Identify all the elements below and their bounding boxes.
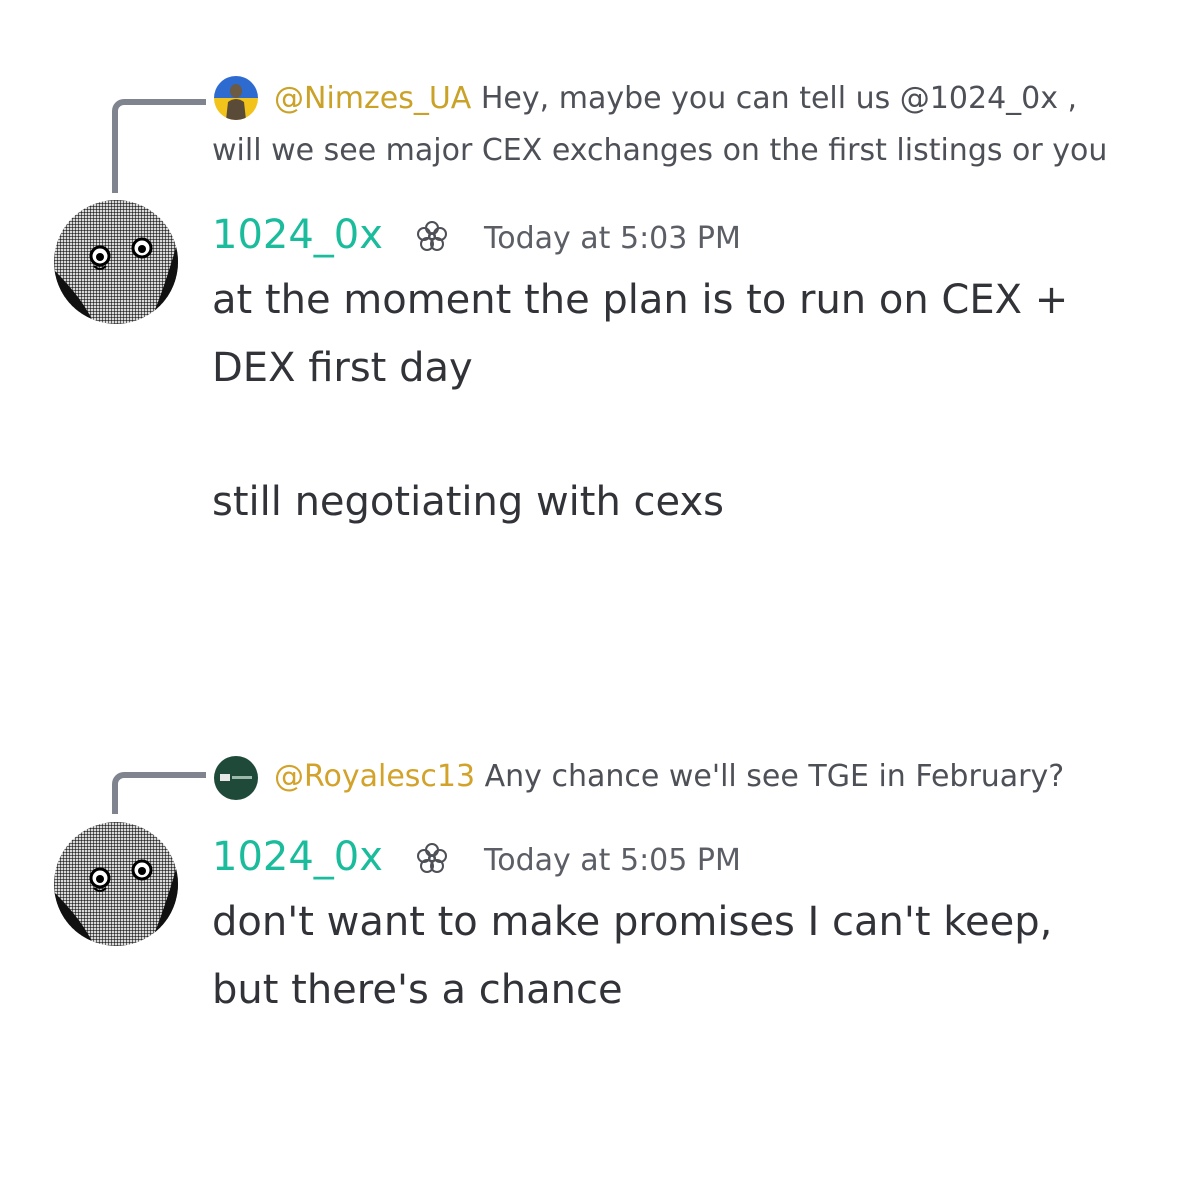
reply-avatar-nimzes[interactable] (214, 76, 258, 120)
message-line: don't want to make promises I can't keep… (212, 899, 1053, 945)
reply-avatar-figure-icon (214, 76, 258, 120)
message-line: DEX first day (212, 345, 473, 391)
timestamp: Today at 5:05 PM (484, 843, 741, 878)
avatar-character-icon (54, 859, 178, 946)
avatar[interactable] (54, 822, 178, 946)
message-line: at the moment the plan is to run on CEX … (212, 277, 1069, 323)
username[interactable]: 1024_0x (212, 205, 383, 265)
message-line: but there's a chance (212, 967, 623, 1013)
reply-preview[interactable]: @Nimzes_UA Hey, maybe you can tell us @1… (274, 74, 1077, 124)
username[interactable]: 1024_0x (212, 827, 383, 887)
reply-text: Hey, maybe you can tell us @1024_0x , (480, 81, 1078, 116)
reply-author[interactable]: @Royalesc13 (274, 759, 475, 794)
flower-badge-icon[interactable] (412, 216, 452, 256)
avatar[interactable] (54, 200, 178, 324)
message-line: still negotiating with cexs (212, 479, 724, 525)
reply-avatar-dark-green-icon (214, 756, 258, 800)
flower-badge-icon[interactable] (412, 838, 452, 878)
avatar-character-icon (54, 237, 178, 324)
reply-avatar-royalesc[interactable] (214, 756, 258, 800)
timestamp: Today at 5:03 PM (484, 221, 741, 256)
reply-text-line2: will we see major CEX exchanges on the f… (212, 133, 1108, 168)
reply-text: Any chance we'll see TGE in February? (484, 759, 1065, 794)
reply-preview[interactable]: @Royalesc13 Any chance we'll see TGE in … (274, 752, 1064, 802)
reply-connector (112, 772, 206, 814)
reply-author[interactable]: @Nimzes_UA (274, 81, 471, 116)
reply-connector (112, 99, 206, 193)
